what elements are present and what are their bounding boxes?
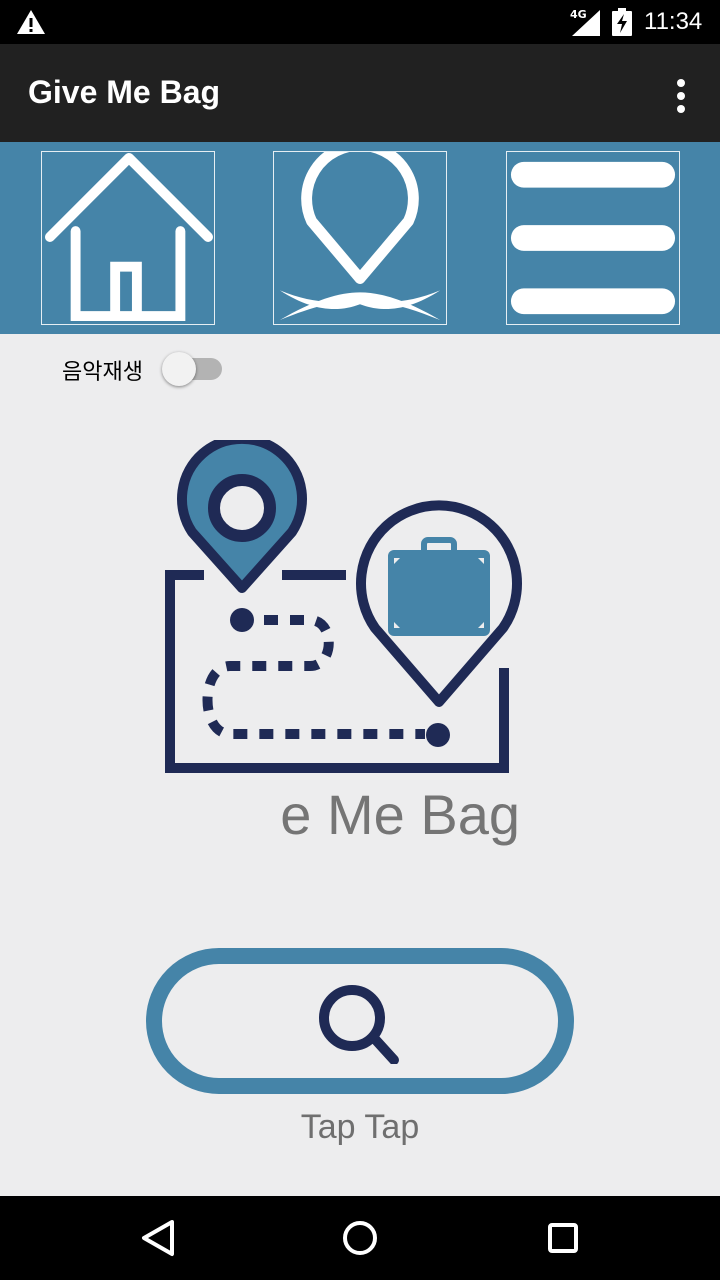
app-title: Give Me Bag — [28, 74, 221, 110]
search-icon — [319, 985, 399, 1064]
warning-icon — [17, 10, 45, 34]
music-toggle-switch[interactable] — [162, 352, 224, 386]
search-caption: Tap Tap — [300, 1108, 420, 1146]
more-vert-icon[interactable] — [668, 76, 694, 116]
menu-icon — [510, 161, 676, 315]
home-circle-icon[interactable] — [338, 1216, 382, 1260]
app-bar: Give Me Bag — [0, 44, 720, 142]
nav-strip — [0, 142, 720, 334]
switch-thumb — [162, 352, 196, 386]
home-tile[interactable] — [41, 151, 215, 325]
battery-charging-icon — [612, 8, 632, 36]
recents-icon[interactable] — [541, 1216, 585, 1260]
location-tile[interactable] — [273, 151, 447, 325]
logo-text: e Me Bag — [180, 782, 520, 847]
location-pin-icon — [279, 152, 441, 321]
status-bar: 4G 11:34 — [0, 0, 720, 44]
system-nav-bar — [0, 1196, 720, 1280]
back-icon[interactable] — [136, 1216, 180, 1260]
menu-tile[interactable] — [506, 151, 680, 325]
home-icon — [44, 152, 214, 322]
logo-title: e Me Bag — [280, 783, 520, 846]
music-toggle-label: 음악재생 — [62, 360, 143, 385]
signal-icon — [572, 10, 600, 36]
logo-text-fade — [180, 782, 270, 847]
map-route-luggage-icon — [165, 440, 522, 773]
status-time: 11:34 — [644, 8, 703, 35]
search-button[interactable] — [146, 948, 574, 1094]
